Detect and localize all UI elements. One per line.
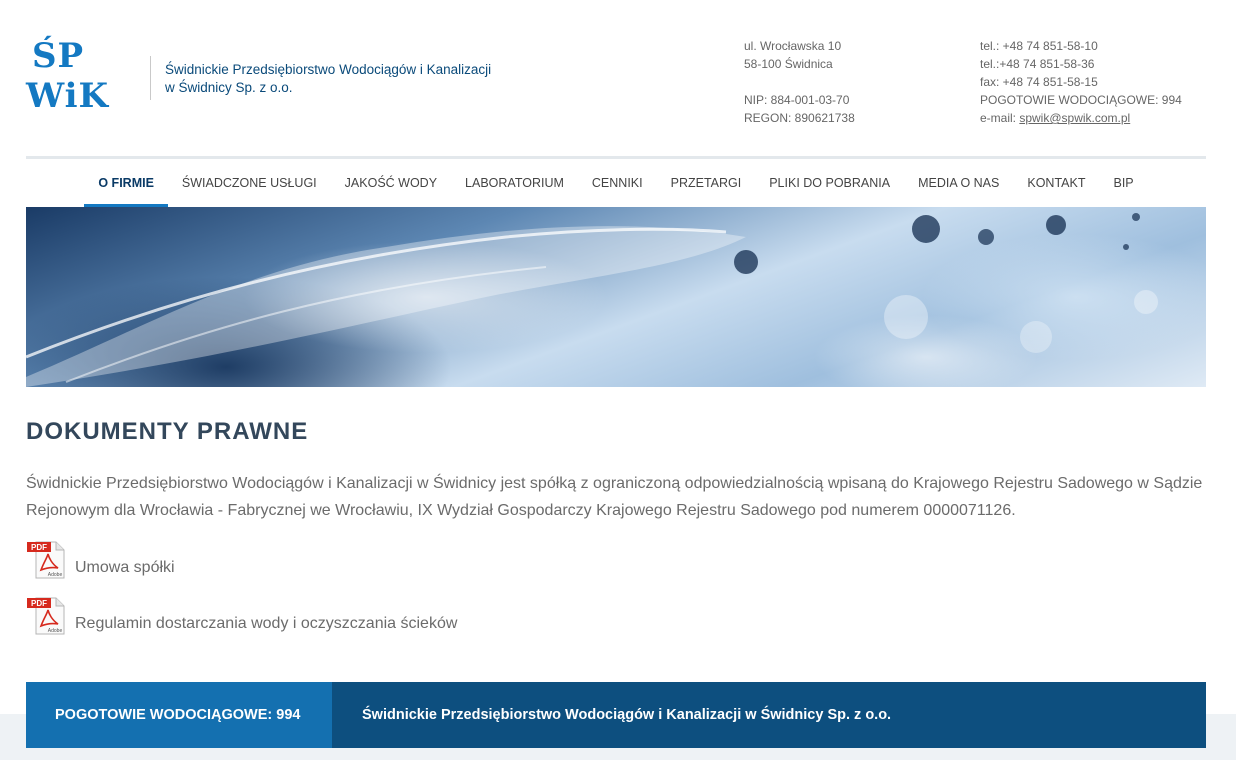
main-nav: O FIRMIE ŚWIADCZONE USŁUGI JAKOŚĆ WODY L… <box>26 159 1206 207</box>
footer-emergency: POGOTOWIE WODOCIĄGOWE: 994 <box>26 682 332 748</box>
nav-item-swiadczone-uslugi[interactable]: ŚWIADCZONE USŁUGI <box>168 159 331 207</box>
page-title: DOKUMENTY PRAWNE <box>26 418 309 445</box>
email-label: e-mail: <box>980 111 1020 125</box>
phone-1: tel.: +48 74 851-58-10 <box>980 39 1098 53</box>
hero-water-banner <box>26 207 1206 387</box>
nav-item-kontakt[interactable]: KONTAKT <box>1013 159 1099 207</box>
site-header: ŚP WiK Świdnickie Przedsiębiorstwo Wodoc… <box>26 28 1206 156</box>
spwik-logo[interactable]: ŚP WiK <box>26 30 122 116</box>
phone-2: tel.:+48 74 851-58-36 <box>980 57 1095 71</box>
document-link-umowa-spolki[interactable]: PDF Adobe Umowa spółki <box>26 540 175 580</box>
pdf-icon: PDF Adobe <box>27 541 65 579</box>
email-link[interactable]: spwik@spwik.com.pl <box>1019 111 1130 125</box>
svg-text:PDF: PDF <box>31 599 47 608</box>
logo-line-1: ŚP <box>32 36 85 76</box>
nav-item-przetargi[interactable]: PRZETARGI <box>657 159 756 207</box>
document-label[interactable]: Umowa spółki <box>75 558 175 580</box>
nav-item-jakosc-wody[interactable]: JAKOŚĆ WODY <box>331 159 451 207</box>
document-label[interactable]: Regulamin dostarczania wody i oczyszczan… <box>75 614 457 636</box>
nip-number: NIP: 884-001-03-70 <box>744 93 850 107</box>
regon-number: REGON: 890621738 <box>744 111 855 125</box>
intro-paragraph: Świdnickie Przedsiębiorstwo Wodociągów i… <box>26 475 1203 519</box>
nav-item-bip[interactable]: BIP <box>1099 159 1147 207</box>
email-row: e-mail: spwik@spwik.com.pl <box>980 109 1182 127</box>
svg-text:Adobe: Adobe <box>48 628 63 634</box>
pdf-icon: PDF Adobe <box>27 597 65 635</box>
address-street: ul. Wrocławska 10 <box>744 39 842 53</box>
fax-number: fax: +48 74 851-58-15 <box>980 75 1098 89</box>
company-name-line-2: w Świdnicy Sp. z o.o. <box>165 80 293 95</box>
nav-item-cenniki[interactable]: CENNIKI <box>578 159 657 207</box>
document-link-regulamin[interactable]: PDF Adobe Regulamin dostarczania wody i … <box>26 596 457 636</box>
nav-item-media-o-nas[interactable]: MEDIA O NAS <box>904 159 1013 207</box>
svg-text:PDF: PDF <box>31 543 47 552</box>
water-splash-graphic <box>26 213 1158 387</box>
nav-item-pliki-do-pobrania[interactable]: PLIKI DO POBRANIA <box>755 159 904 207</box>
address-city: 58-100 Świdnica <box>744 57 833 71</box>
footer-bar: POGOTOWIE WODOCIĄGOWE: 994 Świdnickie Pr… <box>26 682 1206 748</box>
logo-line-2: WiK <box>26 76 110 116</box>
address-block: ul. Wrocławska 10 58-100 Świdnica NIP: 8… <box>744 37 855 127</box>
logo-divider <box>150 56 151 100</box>
nav-item-o-firmie[interactable]: O FIRMIE <box>84 159 168 207</box>
emergency-number: POGOTOWIE WODOCIĄGOWE: 994 <box>980 93 1182 107</box>
company-name-line-1: Świdnickie Przedsiębiorstwo Wodociągów i… <box>165 62 492 77</box>
main-content: DOKUMENTY PRAWNE Świdnickie Przedsiębior… <box>26 410 1206 524</box>
footer-company-name: Świdnickie Przedsiębiorstwo Wodociągów i… <box>332 682 1206 748</box>
contact-block: tel.: +48 74 851-58-10 tel.:+48 74 851-5… <box>980 37 1182 127</box>
nav-item-laboratorium[interactable]: LABORATORIUM <box>451 159 578 207</box>
company-name: Świdnickie Przedsiębiorstwo Wodociągów i… <box>165 61 545 97</box>
svg-text:Adobe: Adobe <box>48 572 63 578</box>
